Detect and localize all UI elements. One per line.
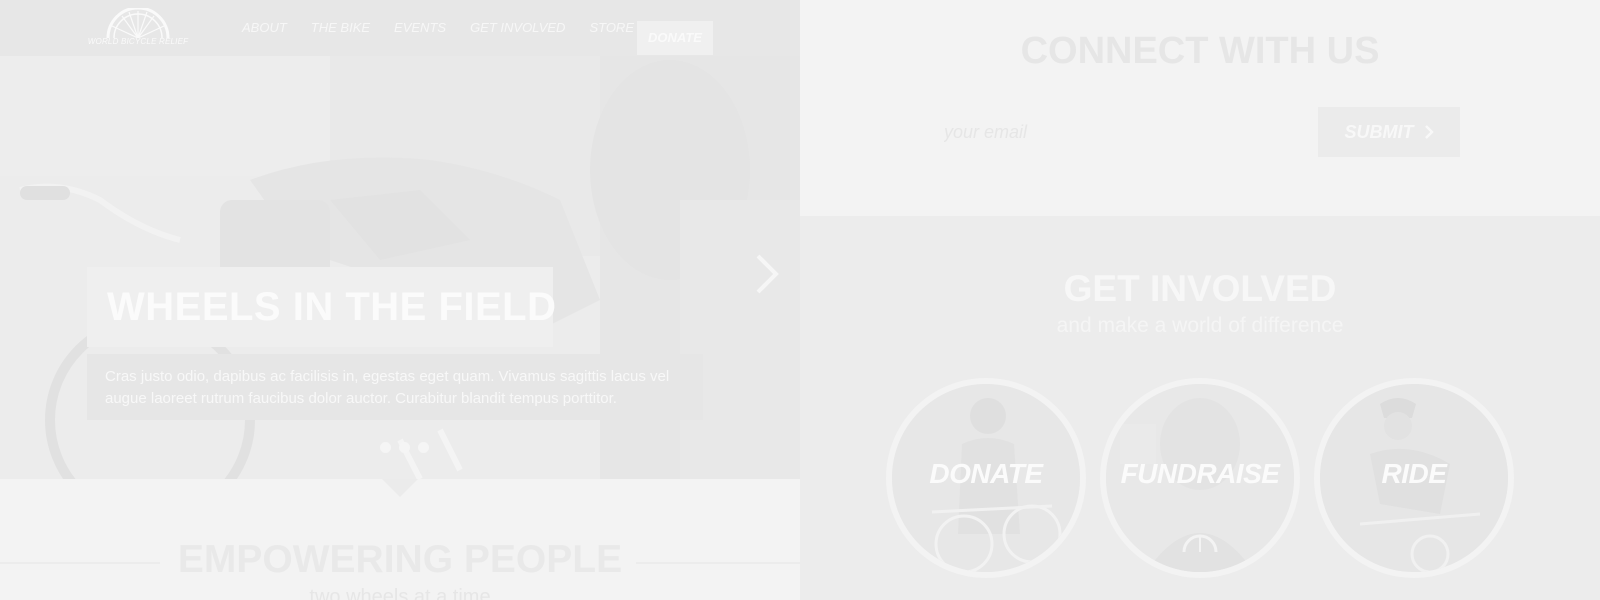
- get-involved-section: GET INVOLVED and make a world of differe…: [800, 216, 1600, 600]
- nav-donate-button[interactable]: DONATE: [637, 21, 713, 55]
- nav-link-get-involved[interactable]: GET INVOLVED: [470, 20, 565, 35]
- ride-circle-label: RIDE: [1381, 458, 1447, 489]
- donate-circle-button[interactable]: DONATE: [886, 378, 1086, 578]
- ride-circle-button[interactable]: RIDE: [1314, 378, 1514, 578]
- empower-title: EMPOWERING PEOPLE: [177, 538, 623, 581]
- donate-circle-label: DONATE: [929, 458, 1043, 489]
- logo-wheel-icon: [106, 6, 170, 39]
- involved-title: GET INVOLVED: [1063, 268, 1337, 309]
- chevron-right-icon: [1424, 125, 1434, 139]
- hero-slider: WORLD BICYCLE RELIEF ABOUT THE BIKE EVEN…: [0, 0, 800, 479]
- slider-dot-1[interactable]: [380, 442, 391, 453]
- left-panel: WORLD BICYCLE RELIEF ABOUT THE BIKE EVEN…: [0, 0, 800, 600]
- main-nav: ABOUT THE BIKE EVENTS GET INVOLVED STORE: [230, 20, 646, 35]
- slide-title-box: WHEELS IN THE FIELD: [87, 267, 556, 347]
- slide-title: WHEELS IN THE FIELD: [107, 285, 557, 329]
- nav-link-about[interactable]: ABOUT: [242, 20, 287, 35]
- nav-link-store[interactable]: STORE: [589, 20, 634, 35]
- involved-subtitle: and make a world of difference: [1056, 314, 1344, 337]
- connect-title: CONNECT WITH US: [1020, 30, 1380, 72]
- top-navbar: WORLD BICYCLE RELIEF ABOUT THE BIKE EVEN…: [0, 0, 800, 56]
- slider-dot-3[interactable]: [418, 442, 429, 453]
- connect-section: CONNECT WITH US SUBMIT: [800, 0, 1600, 216]
- brand-logo[interactable]: WORLD BICYCLE RELIEF: [84, 6, 192, 50]
- empower-subtitle: two wheels at a time: [309, 586, 491, 600]
- fundraise-circle-button[interactable]: FUNDRAISE: [1100, 378, 1300, 578]
- slider-dot-2[interactable]: [399, 442, 410, 453]
- logo-text: WORLD BICYCLE RELIEF: [87, 37, 189, 46]
- slide-description: Cras justo odio, dapibus ac facilisis in…: [105, 368, 670, 407]
- hero-pointer-notch: [382, 479, 418, 497]
- slider-next-arrow-icon[interactable]: [752, 252, 782, 296]
- email-input[interactable]: [944, 107, 1264, 157]
- slider-dots: [376, 442, 433, 453]
- slide-description-box: Cras justo odio, dapibus ac facilisis in…: [87, 354, 703, 420]
- submit-button[interactable]: SUBMIT: [1318, 107, 1460, 157]
- nav-link-the-bike[interactable]: THE BIKE: [311, 20, 370, 35]
- nav-link-events[interactable]: EVENTS: [394, 20, 446, 35]
- fundraise-circle-label: FUNDRAISE: [1120, 458, 1280, 489]
- submit-label: SUBMIT: [1344, 121, 1414, 142]
- right-panel: CONNECT WITH US SUBMIT GET INVOLVED and …: [800, 0, 1600, 600]
